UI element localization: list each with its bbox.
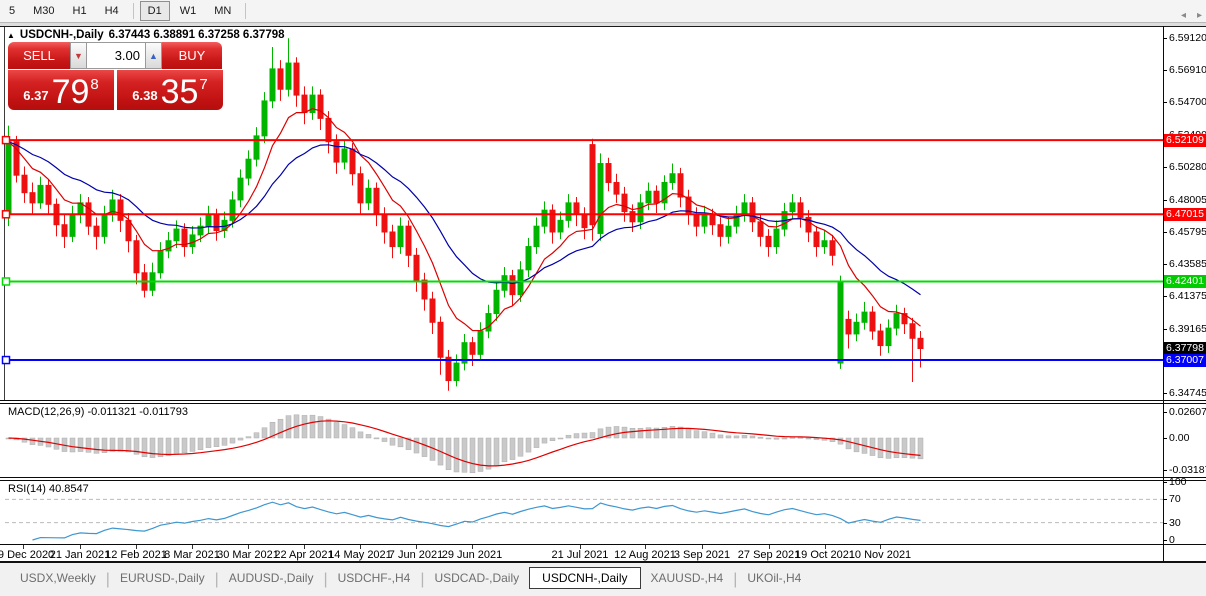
timeframe-button-M30[interactable]: M30 xyxy=(25,1,62,21)
macd-tick-dash xyxy=(1163,470,1167,471)
timeframe-button-5[interactable]: 5 xyxy=(1,1,23,21)
price-level-badge: 6.47015 xyxy=(1164,208,1206,221)
price-tick-dash xyxy=(1163,329,1167,330)
timeframe-button-MN[interactable]: MN xyxy=(206,1,239,21)
buy-price-prefix: 6.38 xyxy=(132,88,157,103)
price-tick-dash xyxy=(1163,102,1167,103)
tab-audusd-daily[interactable]: AUDUSD-,Daily xyxy=(219,568,324,588)
timeframe-toolbar: 5M30H1H4 D1W1MN xyxy=(0,0,1206,23)
date-label: 10 Nov 2021 xyxy=(840,549,920,561)
chart-tab-bar: USDX,Weekly|EURUSD-,Daily|AUDUSD-,Daily|… xyxy=(0,563,1206,596)
sell-button[interactable]: SELL xyxy=(8,42,70,69)
rsi-pane[interactable] xyxy=(0,481,1163,544)
price-tick-label: 6.45795 xyxy=(1169,226,1206,238)
rsi-tick-dash xyxy=(1163,523,1167,524)
macd-tick-dash xyxy=(1163,412,1167,413)
price-tick-dash xyxy=(1163,38,1167,39)
sell-price-prefix: 6.37 xyxy=(23,88,48,103)
timeframe-button-D1[interactable]: D1 xyxy=(140,1,170,21)
price-tick-label: 6.50280 xyxy=(1169,161,1206,173)
price-tick-dash xyxy=(1163,200,1167,201)
tab-usdchf-h4[interactable]: USDCHF-,H4 xyxy=(328,568,421,588)
timeframe-button-H1[interactable]: H1 xyxy=(65,1,95,21)
price-tick-label: 6.43585 xyxy=(1169,258,1206,270)
tab-usdcnh-daily[interactable]: USDCNH-,Daily xyxy=(529,567,640,589)
price-tick-dash xyxy=(1163,70,1167,71)
chart-title-bar: ▲ USDCNH-,Daily 6.37443 6.38891 6.37258 … xyxy=(7,29,285,41)
volume-decrease-button[interactable]: ▼ xyxy=(70,42,87,69)
sell-price-main: 79 xyxy=(52,77,90,107)
price-tick-dash xyxy=(1163,296,1167,297)
rsi-tick-label: 0 xyxy=(1169,534,1175,546)
toolbar-separator xyxy=(245,3,246,19)
rsi-indicator-label: RSI(14) 40.8547 xyxy=(8,483,89,495)
buy-price-main: 35 xyxy=(161,77,199,107)
macd-tick-dash xyxy=(1163,438,1167,439)
rsi-tick-dash xyxy=(1163,540,1167,541)
rsi-line xyxy=(33,502,921,540)
sell-price-button[interactable]: 6.37 79 8 xyxy=(8,70,114,110)
sell-price-pip: 8 xyxy=(90,76,98,93)
price-level-badge: 6.52109 xyxy=(1164,134,1206,147)
price-tick-dash xyxy=(1163,393,1167,394)
buy-price-button[interactable]: 6.38 35 7 xyxy=(117,70,223,110)
tabs-scroll-right-button[interactable]: ▸ xyxy=(1197,10,1202,21)
level-line-handle xyxy=(3,211,10,218)
price-tick-label: 6.48005 xyxy=(1169,194,1206,206)
volume-input[interactable]: 3.00 xyxy=(87,42,145,69)
one-click-trade-panel: SELL ▼ 3.00 ▲ BUY 6.37 79 8 6.38 35 7 xyxy=(8,42,223,110)
tab-xauusd-h4[interactable]: XAUUSD-,H4 xyxy=(641,568,734,588)
price-tick-dash xyxy=(1163,232,1167,233)
timeframe-button-W1[interactable]: W1 xyxy=(172,1,205,21)
timeframe-button-H4[interactable]: H4 xyxy=(97,1,127,21)
toolbar-separator xyxy=(133,3,134,19)
macd-tick-label: 0.02607 xyxy=(1169,406,1206,418)
price-tick-label: 6.39165 xyxy=(1169,323,1206,335)
rsi-tick-label: 70 xyxy=(1169,493,1181,505)
price-tick-label: 6.54700 xyxy=(1169,96,1206,108)
macd-histogram xyxy=(6,415,923,473)
chart-symbol-title: USDCNH-,Daily xyxy=(20,29,104,41)
buy-button[interactable]: BUY xyxy=(162,42,222,69)
rsi-tick-label: 30 xyxy=(1169,517,1181,529)
level-line-handle xyxy=(3,357,10,364)
arrow-down-icon: ▼ xyxy=(74,51,83,61)
trading-terminal-window: 5M30H1H4 D1W1MN ▲ USDCNH-,Daily 6.37443 6… xyxy=(0,0,1206,596)
collapse-chart-icon[interactable]: ▲ xyxy=(7,31,15,40)
price-tick-dash xyxy=(1163,264,1167,265)
macd-indicator-label: MACD(12,26,9) -0.011321 -0.011793 xyxy=(8,406,188,418)
rsi-tick-dash xyxy=(1163,499,1167,500)
price-tick-label: 6.41375 xyxy=(1169,290,1206,302)
tab-eurusd-daily[interactable]: EURUSD-,Daily xyxy=(110,568,215,588)
level-line-handle xyxy=(3,278,10,285)
buy-price-pip: 7 xyxy=(199,76,207,93)
price-level-badge: 6.37007 xyxy=(1164,354,1206,367)
price-tick-dash xyxy=(1163,167,1167,168)
date-label: 29 Jun 2021 xyxy=(432,549,512,561)
price-tick-label: 6.34745 xyxy=(1169,387,1206,399)
price-tick-label: 6.56910 xyxy=(1169,64,1206,76)
tab-ukoil-h4[interactable]: UKOil-,H4 xyxy=(737,568,811,588)
level-line-handle xyxy=(3,137,10,144)
tabs-scroll-left-button[interactable]: ◂ xyxy=(1181,10,1186,21)
price-tick-label: 6.59120 xyxy=(1169,32,1206,44)
macd-tick-label: 0.00 xyxy=(1169,432,1189,444)
volume-increase-button[interactable]: ▲ xyxy=(145,42,162,69)
rsi-tick-label: 100 xyxy=(1169,476,1187,488)
macd-tick-label: -0.03187 xyxy=(1169,464,1206,476)
price-level-badge: 6.42401 xyxy=(1164,275,1206,288)
tab-usdcad-daily[interactable]: USDCAD-,Daily xyxy=(424,568,529,588)
arrow-up-icon: ▲ xyxy=(149,51,158,61)
tab-usdx-weekly[interactable]: USDX,Weekly xyxy=(10,568,106,588)
chart-ohlc-values: 6.37443 6.38891 6.37258 6.37798 xyxy=(109,29,285,41)
rsi-tick-dash xyxy=(1163,482,1167,483)
